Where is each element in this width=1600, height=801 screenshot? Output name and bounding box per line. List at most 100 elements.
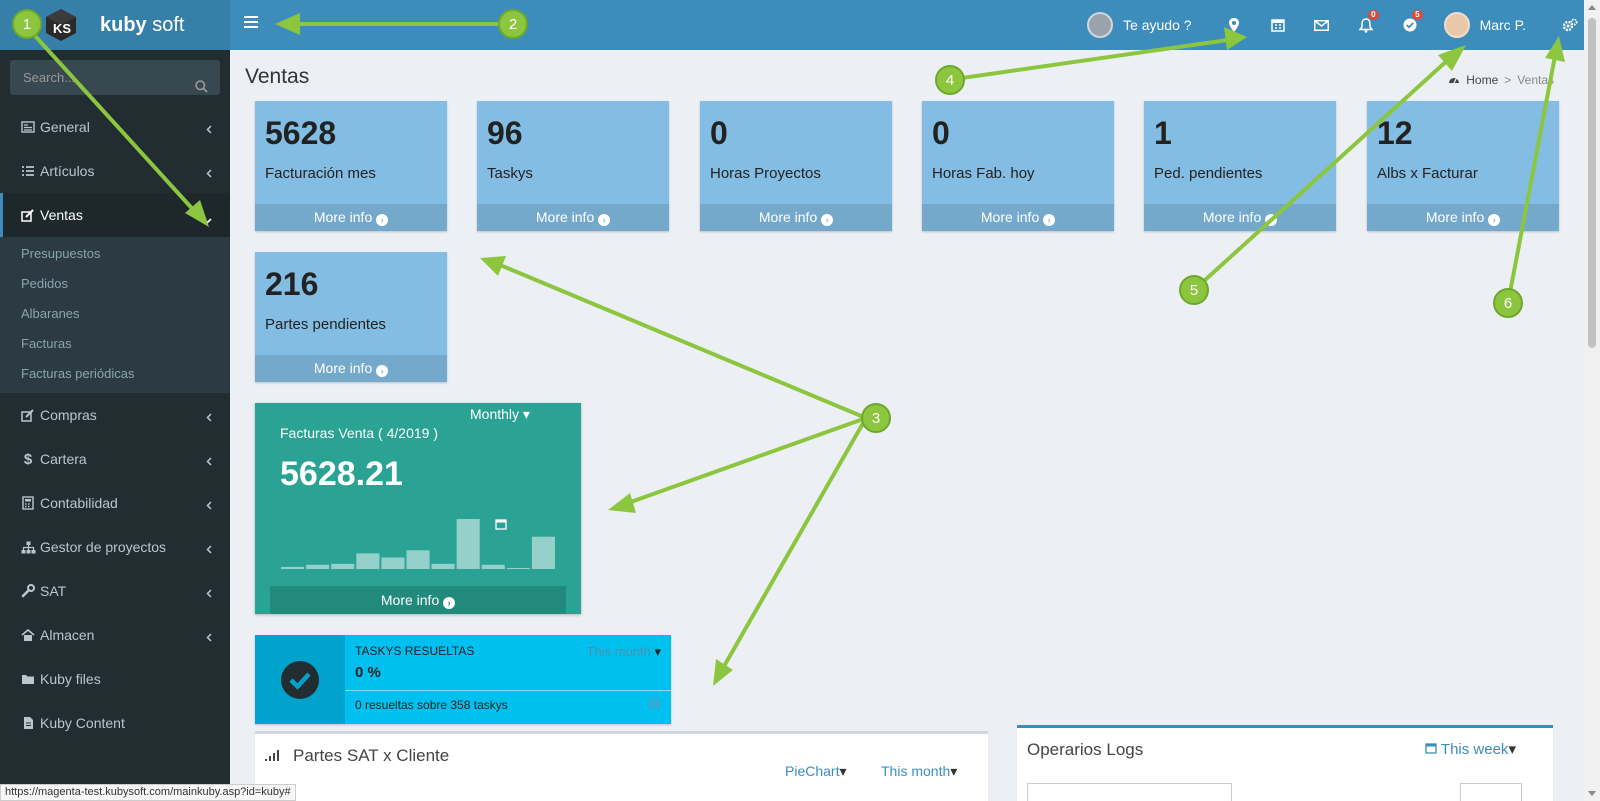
period-dropdown[interactable]: This week▾ (1425, 740, 1516, 758)
chevron-left-icon (206, 121, 212, 137)
sidebar-item-label: Ventas (40, 207, 83, 223)
period-dropdown[interactable]: Monthly ▾ (470, 406, 530, 530)
file-icon (18, 716, 38, 730)
calculator-icon (18, 496, 38, 510)
caret-down-icon: ▾ (522, 406, 530, 422)
kubysoft-logo: KS (44, 8, 78, 42)
sidebar-item-sat[interactable]: SAT (0, 569, 230, 613)
chevron-down-icon (203, 211, 212, 227)
sidebar-item-kuby-files[interactable]: Kuby files (0, 657, 230, 701)
help-menu[interactable]: Te ayudo ? (1087, 12, 1192, 38)
submenu-item-pedidos[interactable]: Pedidos (0, 269, 230, 299)
tile-horas-fab-hoy: 0 Horas Fab. hoy More info › (922, 101, 1114, 231)
tile-value: 5628 (265, 115, 337, 151)
user-menu[interactable]: Marc P. (1443, 12, 1526, 38)
chevron-left-icon (206, 585, 212, 601)
scroll-up-arrow[interactable] (1588, 5, 1596, 10)
panel-header: Partes SAT x Cliente (265, 746, 449, 766)
chevron-left-icon (206, 629, 212, 645)
sidebar-item-label: Kuby files (40, 671, 101, 687)
tile-label: Ped. pendientes (1154, 165, 1263, 182)
calendar-icon[interactable] (1256, 0, 1300, 50)
chart-type-dropdown[interactable]: PieChart▾ (785, 763, 847, 780)
taskys-percent: 0 % (355, 664, 381, 681)
sidebar-item-compras[interactable]: Compras (0, 393, 230, 437)
tile-ped-pendientes: 1 Ped. pendientes More info › (1144, 101, 1336, 231)
sidebar-toggle-icon[interactable] (244, 16, 258, 28)
logs-filter-input[interactable] (1027, 783, 1232, 801)
more-info-link[interactable]: More info › (1367, 204, 1559, 231)
facturas-total: 5628.21 (280, 455, 403, 493)
chevron-left-icon (206, 541, 212, 557)
sidebar-item-articulos[interactable]: Artículos (0, 149, 230, 193)
logo-area[interactable]: KS kuby soft (0, 0, 230, 50)
facturas-title: Facturas Venta ( 4/2019 ) (280, 425, 438, 441)
check-circle-icon (255, 635, 345, 724)
more-info-link[interactable]: More info › (1144, 204, 1336, 231)
map-marker-icon[interactable] (1212, 0, 1256, 50)
envelope-icon[interactable] (1300, 0, 1344, 50)
facturas-venta-box: Monthly ▾ Facturas Venta ( 4/2019 ) 5628… (255, 403, 581, 614)
dashboard-icon (1448, 73, 1460, 87)
submenu-item-presupuestos[interactable]: Presupuestos (0, 239, 230, 269)
sidebar-item-ventas[interactable]: Ventas (0, 193, 230, 237)
chart-bar (431, 563, 455, 569)
chart-bar (356, 553, 380, 569)
bell-icon[interactable]: 0 (1344, 0, 1388, 50)
page-title: Ventas (245, 65, 310, 88)
arrow-circle-right-icon: › (443, 597, 456, 609)
taskys-summary: 0 resueltas sobre 358 taskys (355, 698, 508, 712)
sidebar-item-general[interactable]: General (0, 105, 230, 149)
chevron-left-icon (206, 409, 212, 425)
search-placeholder: Search... (23, 70, 76, 85)
scroll-down-arrow[interactable] (1588, 791, 1596, 796)
more-info-link[interactable]: More info › (477, 204, 669, 231)
submenu-item-facturas-periodicas[interactable]: Facturas periódicas (0, 359, 230, 389)
sidebar-item-contabilidad[interactable]: Contabilidad (0, 481, 230, 525)
tile-partes-pendientes: 216 Partes pendientes More info › (255, 252, 447, 382)
panel-title: Operarios Logs (1027, 740, 1144, 759)
sidebar-item-label: Almacen (40, 627, 95, 643)
search-input[interactable]: Search... (10, 60, 220, 95)
sidebar-item-almacen[interactable]: Almacen (0, 613, 230, 657)
help-label: Te ayudo ? (1123, 17, 1192, 33)
tile-value: 1 (1154, 115, 1172, 151)
period-dropdown[interactable]: This month▾ (881, 763, 957, 780)
operarios-logs-panel: Operarios Logs This week▾ (1017, 725, 1553, 801)
arrow-circle-right-icon[interactable] (648, 697, 661, 715)
sidebar-item-label: Compras (40, 407, 97, 423)
chart-bar (281, 566, 305, 569)
tile-horas-proyectos: 0 Horas Proyectos More info › (700, 101, 892, 231)
search-icon[interactable] (195, 71, 208, 106)
chart-bar (406, 550, 430, 569)
chevron-left-icon (206, 165, 212, 181)
taskys-filter-dropdown[interactable]: This month ▾ (587, 644, 661, 660)
scrollbar-thumb[interactable] (1588, 18, 1596, 348)
user-avatar (1443, 12, 1470, 38)
tile-value: 216 (265, 266, 319, 302)
more-info-link[interactable]: More info › (922, 204, 1114, 231)
sidebar-menu: General Artículos Ventas Presupuestos Pe… (0, 105, 230, 745)
check-circle-icon[interactable]: 5 (1388, 0, 1432, 50)
chevron-left-icon (206, 497, 212, 513)
submenu-item-albaranes[interactable]: Albaranes (0, 299, 230, 329)
more-info-link[interactable]: More info › (255, 355, 447, 382)
newspaper-icon (18, 121, 38, 133)
main-content: Ventas Home > Ventas 5628 Facturación me… (230, 50, 1584, 801)
calendar-icon (1425, 741, 1437, 758)
sidebar-item-label: Contabilidad (40, 495, 118, 511)
more-info-link[interactable]: More info › (270, 586, 566, 614)
submenu-item-facturas[interactable]: Facturas (0, 329, 230, 359)
tile-value: 0 (710, 115, 728, 151)
caret-down-icon: ▾ (950, 763, 958, 779)
sidebar-item-cartera[interactable]: $ Cartera (0, 437, 230, 481)
sidebar-item-gestor-proyectos[interactable]: Gestor de proyectos (0, 525, 230, 569)
chart-bar (331, 563, 355, 569)
wrench-icon (18, 584, 38, 598)
breadcrumb-home[interactable]: Home (1466, 73, 1498, 87)
sidebar-item-kuby-content[interactable]: Kuby Content (0, 701, 230, 745)
logs-pager[interactable] (1460, 783, 1522, 801)
page-scrollbar[interactable] (1584, 0, 1600, 801)
more-info-link[interactable]: More info › (255, 204, 447, 231)
more-info-link[interactable]: More info › (700, 204, 892, 231)
